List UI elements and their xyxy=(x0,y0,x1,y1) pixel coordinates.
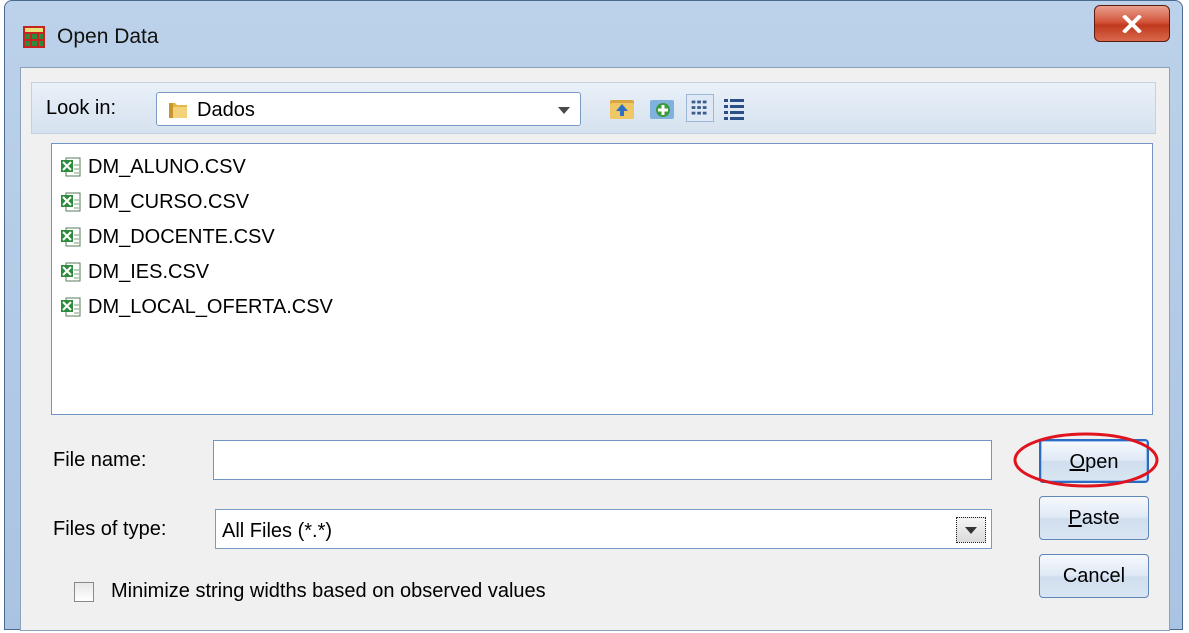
minimize-string-widths-label: Minimize string widths based on observed… xyxy=(111,580,546,602)
file-name: DM_LOCAL_OFERTA.CSV xyxy=(88,295,333,318)
file-name-label: File name: xyxy=(53,449,147,471)
look-in-label: Look in: xyxy=(46,97,117,119)
close-button[interactable] xyxy=(1094,5,1170,42)
list-item[interactable]: DM_IES.CSV xyxy=(60,257,209,287)
paste-label: aste xyxy=(1081,507,1120,529)
look-in-bar: Look in: Dados xyxy=(31,82,1156,134)
look-in-dropdown[interactable]: Dados xyxy=(156,92,581,126)
chevron-down-icon[interactable] xyxy=(956,517,986,543)
list-item[interactable]: DM_CURSO.CSV xyxy=(60,187,249,217)
files-of-type-value: All Files (*.*) xyxy=(222,520,333,542)
new-folder-icon[interactable] xyxy=(648,94,676,122)
chevron-down-icon[interactable] xyxy=(558,107,570,114)
csv-file-icon xyxy=(61,297,81,317)
list-item[interactable]: DM_DOCENTE.CSV xyxy=(60,222,275,252)
file-name: DM_CURSO.CSV xyxy=(88,190,250,213)
open-mnemonic: O xyxy=(1069,451,1086,473)
up-folder-icon[interactable] xyxy=(608,94,636,122)
details-view-icon[interactable] xyxy=(720,94,748,122)
list-item[interactable]: DM_LOCAL_OFERTA.CSV xyxy=(60,292,333,322)
file-name: DM_IES.CSV xyxy=(88,260,210,283)
close-icon xyxy=(1122,15,1142,33)
list-item[interactable]: DM_ALUNO.CSV xyxy=(60,152,246,182)
paste-button[interactable]: Paste xyxy=(1039,496,1149,540)
folder-icon xyxy=(169,103,187,118)
paste-mnemonic: P xyxy=(1068,507,1082,529)
list-view-icon[interactable] xyxy=(686,94,714,122)
open-label: pen xyxy=(1085,451,1119,473)
spss-data-icon xyxy=(23,26,45,48)
cancel-button[interactable]: Cancel xyxy=(1039,554,1149,598)
file-name: DM_DOCENTE.CSV xyxy=(88,225,275,248)
look-in-value: Dados xyxy=(197,99,255,121)
open-button[interactable]: Open xyxy=(1039,439,1149,483)
csv-file-icon xyxy=(61,157,81,177)
file-name-input[interactable] xyxy=(213,440,992,480)
csv-file-icon xyxy=(61,227,81,247)
minimize-string-widths-checkbox[interactable] xyxy=(74,582,94,602)
file-list[interactable]: DM_ALUNO.CSV DM_CURSO.CSV DM_DOCENTE.CSV… xyxy=(51,143,1153,415)
csv-file-icon xyxy=(61,262,81,282)
csv-file-icon xyxy=(61,192,81,212)
file-name: DM_ALUNO.CSV xyxy=(88,155,246,178)
files-of-type-label: Files of type: xyxy=(53,518,167,540)
open-data-dialog: Open Data Look in: Dados DM_ALUNO.CSV DM… xyxy=(4,0,1183,631)
files-of-type-dropdown[interactable]: All Files (*.*) xyxy=(215,509,992,549)
window-title: Open Data xyxy=(57,25,159,48)
dialog-body: Look in: Dados DM_ALUNO.CSV DM_CURSO.CSV… xyxy=(20,67,1170,631)
